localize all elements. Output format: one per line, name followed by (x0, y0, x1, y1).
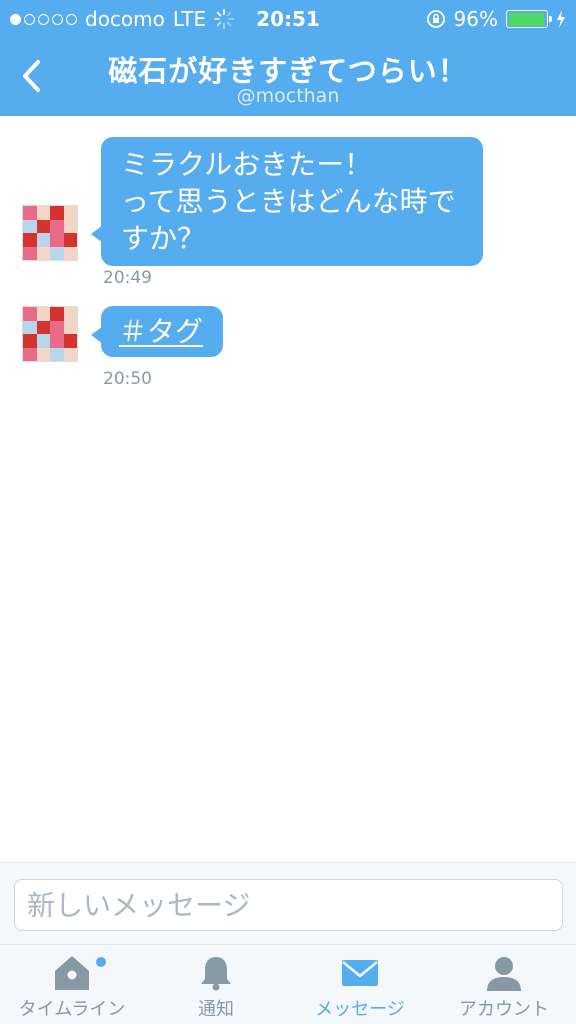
person-icon (487, 957, 521, 991)
status-right: 96% (426, 7, 566, 31)
conversation-username: @mocthan (236, 85, 340, 107)
rotation-lock-icon (426, 10, 445, 28)
bubble-tail (91, 225, 103, 243)
tab-label: タイムライン (18, 999, 126, 1020)
battery-icon (506, 10, 552, 28)
battery-fill (508, 12, 545, 26)
tab-label: 通知 (198, 999, 234, 1020)
bell-icon (201, 957, 231, 991)
conversation-title: 磁石が好きすぎてつらい！ (108, 54, 468, 88)
avatar[interactable] (22, 205, 78, 261)
message-bubble[interactable]: ＃タグ (91, 306, 223, 357)
message-timestamp: 20:49 (103, 268, 152, 288)
message-composer (0, 862, 576, 944)
battery-percentage: 96% (453, 7, 498, 31)
tab-account[interactable]: アカウント (432, 945, 576, 1024)
message-bubble[interactable]: ミラクルおきたー！ って思うときはどんな時で すか？ (91, 137, 483, 266)
charging-bolt-icon (557, 10, 565, 28)
navigation-bar: docomo LTE 20:51 96% 磁石が好きすぎてつらい！ @mocth… (0, 0, 576, 116)
tab-notifications[interactable]: 通知 (144, 945, 288, 1024)
tab-timeline[interactable]: タイムライン (0, 945, 144, 1024)
message-line: って思うときはどんな時で (121, 185, 456, 218)
tab-label: アカウント (459, 999, 549, 1020)
home-icon (55, 956, 89, 990)
message-timestamp: 20:50 (103, 369, 152, 389)
envelope-icon (342, 960, 378, 986)
avatar[interactable] (22, 306, 78, 362)
message-thread[interactable]: ミラクルおきたー！ って思うときはどんな時で すか？ 20:49 ＃タグ 20:… (0, 116, 576, 862)
unread-dot-icon (96, 957, 106, 967)
tab-messages[interactable]: メッセージ (288, 945, 432, 1024)
tab-bar: タイムライン 通知 メッセージ アカウント (0, 944, 576, 1024)
tab-label: メッセージ (315, 999, 405, 1020)
hashtag-link[interactable]: ＃タグ (119, 315, 203, 348)
message-line: ミラクルおきたー！ (121, 148, 373, 181)
new-message-input[interactable] (14, 879, 563, 931)
bubble-tail (91, 326, 103, 344)
status-bar: docomo LTE 20:51 96% (0, 0, 576, 38)
message-line: すか？ (121, 222, 206, 255)
